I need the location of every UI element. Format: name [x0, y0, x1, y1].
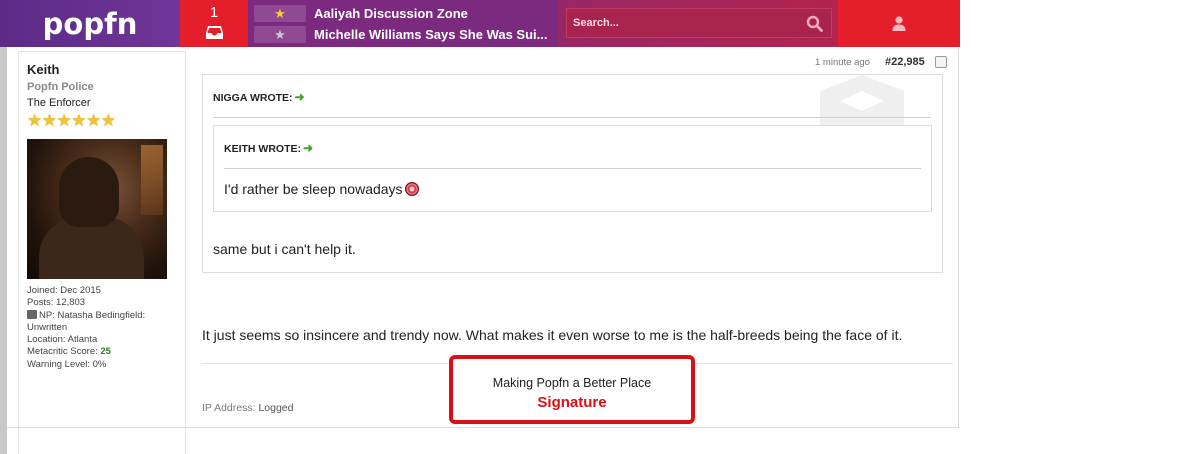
- signature-text: Making Popfn a Better Place: [492, 376, 652, 390]
- user-rank: Popfn Police: [27, 81, 94, 93]
- post-select-checkbox[interactable]: [935, 56, 947, 68]
- signature-highlight-box: Making Popfn a Better Place Signature: [449, 355, 695, 424]
- inbox-icon: [206, 26, 223, 39]
- page-left-border: [0, 47, 7, 454]
- site-logo[interactable]: popfn: [0, 0, 180, 47]
- quote-divider: [213, 117, 931, 118]
- ip-address: IP Address: Logged: [202, 402, 294, 414]
- now-playing-icon: [27, 309, 37, 319]
- username-link[interactable]: Keith: [27, 62, 60, 77]
- quote-link-arrow-icon[interactable]: ➜: [303, 141, 313, 155]
- thread-title-link[interactable]: Michelle Williams Says She Was Sui...: [314, 27, 548, 42]
- thread-star-toggle[interactable]: ★: [254, 26, 306, 43]
- watched-threads-ticker: ★ Aaliyah Discussion Zone ★ Michelle Wil…: [248, 0, 558, 47]
- nested-quote-text: I'd rather be sleep nowadays: [224, 181, 419, 197]
- signature-label: Signature: [537, 394, 607, 411]
- star-icon: ★: [274, 27, 286, 42]
- now-playing: NP: Natasha Bedingfield: Unwritten: [27, 309, 146, 333]
- warning-level: Warning Level: 0%: [27, 358, 107, 370]
- search-icon[interactable]: [806, 15, 823, 32]
- post-number-link[interactable]: #22,985: [885, 56, 925, 68]
- user-menu-button[interactable]: [838, 0, 960, 47]
- emoji-icon: [404, 182, 419, 196]
- thread-star-toggle[interactable]: ★: [254, 5, 306, 22]
- avatar[interactable]: [27, 139, 167, 279]
- page: popfn 1 ★ Aaliyah Discussion Zone ★ Mich…: [0, 0, 1200, 454]
- alert-count-badge: 1: [209, 4, 219, 21]
- search-box: [566, 8, 832, 38]
- inbox-alerts-button[interactable]: 1: [180, 0, 248, 47]
- quote-text: same but i can't help it.: [213, 241, 356, 257]
- user-stats: Joined: Dec 2015 Posts: 12,803 NP: Natas…: [27, 285, 177, 371]
- thread-title-link[interactable]: Aaliyah Discussion Zone: [314, 6, 468, 21]
- post-body: It just seems so insincere and trendy no…: [202, 327, 903, 343]
- post-count: Posts: 12,803: [27, 297, 86, 309]
- joined-date: Joined: Dec 2015: [27, 285, 101, 296]
- post-timestamp: 1 minute ago: [815, 57, 870, 68]
- quote-link-arrow-icon[interactable]: ➜: [295, 90, 305, 104]
- search-area: [558, 0, 838, 47]
- quote-author: NIGGA WROTE: ➜: [213, 90, 305, 104]
- top-navigation-bar: popfn 1 ★ Aaliyah Discussion Zone ★ Mich…: [0, 0, 960, 47]
- location: Location: Atlanta: [27, 334, 98, 346]
- metacritic-score: Metacritic Score: 25: [27, 346, 111, 358]
- rank-stars: ★★★★★★: [27, 111, 116, 130]
- search-input[interactable]: [567, 9, 797, 37]
- nested-quote-author: KEITH WROTE: ➜: [224, 141, 314, 155]
- user-title: The Enforcer: [27, 97, 91, 109]
- next-post-sidebar: [18, 428, 186, 454]
- quote-divider: [224, 168, 921, 169]
- watched-thread-item[interactable]: ★ Aaliyah Discussion Zone: [254, 4, 558, 23]
- star-icon: ★: [274, 6, 286, 21]
- logo-text: popfn: [42, 6, 138, 41]
- watched-thread-item[interactable]: ★ Michelle Williams Says She Was Sui...: [254, 25, 558, 44]
- user-icon: [892, 16, 906, 31]
